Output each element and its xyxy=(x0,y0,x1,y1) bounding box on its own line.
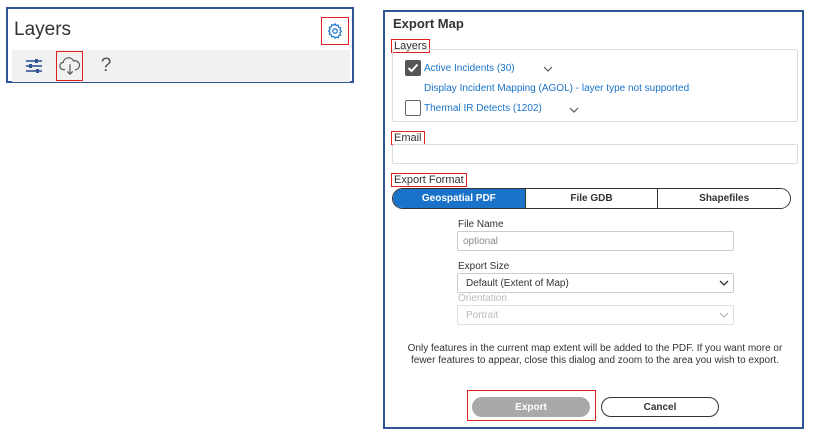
export-button[interactable]: Export xyxy=(472,397,590,417)
chevron-down-icon xyxy=(719,312,729,318)
layer-filter-button[interactable] xyxy=(22,50,46,82)
format-option-geospatial-pdf[interactable]: Geospatial PDF xyxy=(393,189,525,208)
layer-checkbox[interactable] xyxy=(405,100,421,116)
orientation-value: Portrait xyxy=(466,309,499,321)
file-name-input[interactable]: optional xyxy=(457,231,734,251)
chevron-down-icon[interactable] xyxy=(569,107,579,113)
email-field[interactable] xyxy=(392,144,798,164)
export-map-button[interactable] xyxy=(56,51,83,81)
dialog-title: Export Map xyxy=(393,16,464,31)
orientation-label: Orientation xyxy=(458,293,507,304)
orientation-select[interactable]: Portrait xyxy=(457,305,734,325)
layer-item-incident-mapping: Display Incident Mapping (AGOL) - layer … xyxy=(424,83,689,94)
settings-button[interactable] xyxy=(321,17,349,45)
chevron-down-icon xyxy=(719,280,729,286)
file-name-label: File Name xyxy=(458,219,504,230)
layer-label: Display Incident Mapping (AGOL) - layer … xyxy=(424,83,690,94)
export-size-label: Export Size xyxy=(458,261,510,272)
layer-label[interactable]: Active Incidents (30) xyxy=(424,63,515,74)
format-option-shapefiles[interactable]: Shapefiles xyxy=(657,189,790,208)
gear-icon xyxy=(327,22,343,39)
layer-item-thermal-ir: Thermal IR Detects (1202) xyxy=(405,100,542,116)
format-option-file-gdb[interactable]: File GDB xyxy=(524,189,658,208)
export-map-dialog: Export Map Layers Active Incidents (30) … xyxy=(383,10,804,429)
checkmark-icon xyxy=(407,63,419,73)
export-format-label: Export Format xyxy=(391,173,467,187)
layer-checkbox[interactable] xyxy=(405,60,421,76)
layers-list: Active Incidents (30) Display Incident M… xyxy=(392,49,798,122)
layers-toolbar: ? xyxy=(12,50,350,82)
export-format-selector: Geospatial PDF File GDB Shapefiles xyxy=(392,188,791,209)
layers-panel: Layers ? xyxy=(6,7,354,83)
sliders-icon xyxy=(26,59,42,73)
cancel-button[interactable]: Cancel xyxy=(601,397,719,417)
layer-label[interactable]: Thermal IR Detects (1202) xyxy=(424,103,542,114)
chevron-down-icon[interactable] xyxy=(543,66,553,72)
export-size-select[interactable]: Default (Extent of Map) xyxy=(457,273,734,293)
export-size-value: Default (Extent of Map) xyxy=(466,277,569,289)
layers-title: Layers xyxy=(14,19,72,40)
layer-item-active-incidents: Active Incidents (30) xyxy=(405,60,515,76)
email-label: Email xyxy=(391,131,425,145)
help-button[interactable]: ? xyxy=(96,50,116,82)
export-note: Only features in the current map extent … xyxy=(407,343,783,366)
cloud-download-icon xyxy=(58,57,80,76)
